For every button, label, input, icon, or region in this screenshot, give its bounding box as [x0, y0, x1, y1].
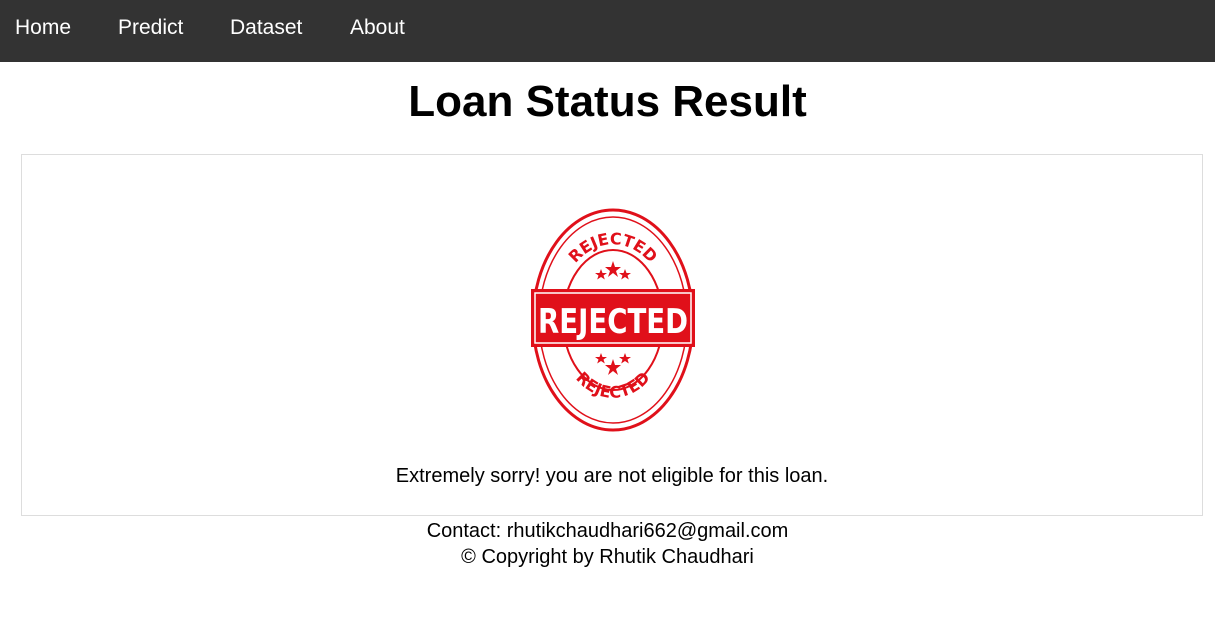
page-title: Loan Status Result: [408, 77, 807, 126]
stamp-main-text: REJECTED: [538, 302, 688, 342]
contact-label: Contact:: [426, 520, 502, 542]
stamp-top-stars: [595, 261, 631, 280]
footer-copyright: © Copyright by Rhutik Chaudhari: [461, 546, 754, 568]
footer: Contact: rhutikchaudhari662@gmail.com © …: [0, 518, 1215, 570]
stamp-bottom-text: REJECTED: [572, 368, 653, 402]
contact-email: rhutikchaudhari662@gmail.com: [506, 520, 789, 542]
stamp-top-text: REJECTED: [565, 229, 662, 266]
footer-contact: Contact: rhutikchaudhari662@gmail.com: [0, 518, 1215, 544]
result-card: REJECTED REJECTED REJECTED Extremely sor…: [21, 154, 1203, 516]
nav-predict-link[interactable]: Predict: [118, 16, 183, 40]
stamp-bottom-stars: [595, 353, 631, 375]
nav-home-link[interactable]: Home: [15, 16, 71, 40]
navbar: Home Predict Dataset About: [0, 0, 1215, 62]
rejected-stamp-icon: REJECTED REJECTED REJECTED: [531, 208, 695, 432]
nav-about-link[interactable]: About: [350, 16, 405, 40]
result-message: Extremely sorry! you are not eligible fo…: [395, 465, 829, 487]
nav-dataset-link[interactable]: Dataset: [230, 16, 302, 40]
